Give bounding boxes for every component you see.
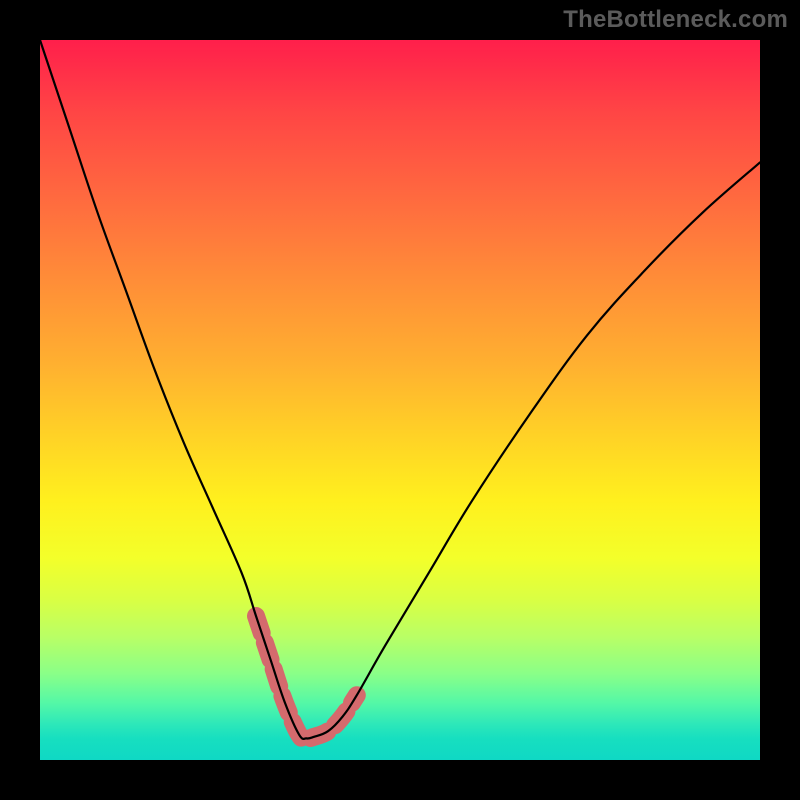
bottleneck-curve bbox=[40, 40, 760, 739]
watermark-text: TheBottleneck.com bbox=[563, 6, 788, 34]
plot-svg bbox=[40, 40, 760, 760]
plot-area bbox=[40, 40, 760, 760]
chart-frame: TheBottleneck.com bbox=[0, 0, 800, 800]
optimal-zone-highlight bbox=[256, 616, 357, 739]
